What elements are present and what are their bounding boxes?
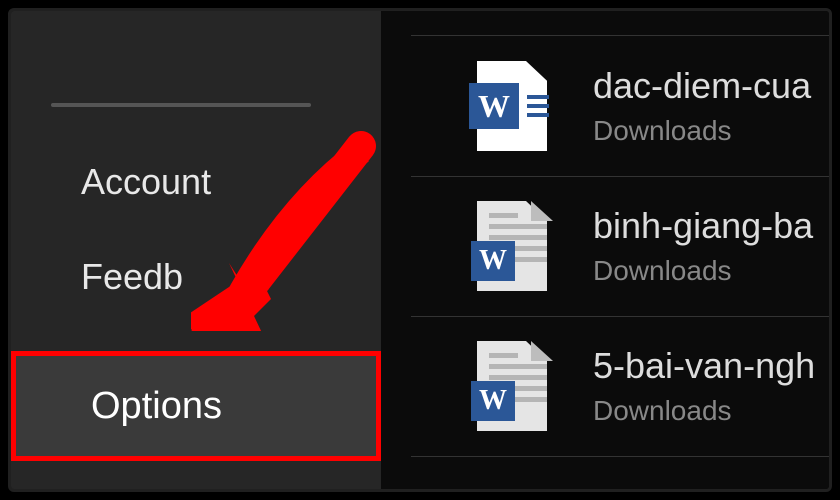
file-name: binh-giang-ba (593, 205, 813, 247)
file-location: Downloads (593, 255, 813, 287)
word-doc-icon: W (471, 201, 553, 291)
file-name: dac-diem-cua (593, 65, 811, 107)
nav-options[interactable]: Options (11, 351, 381, 461)
nav-account[interactable]: Account (81, 161, 211, 203)
nav-options-label: Options (91, 385, 222, 428)
row-separator (411, 456, 829, 457)
file-row[interactable]: W 5-bai-van-ngh Downloads (381, 321, 829, 451)
file-location: Downloads (593, 115, 811, 147)
file-row[interactable]: W binh-giang-ba Downloads (381, 181, 829, 311)
word-badge-icon: W (471, 241, 515, 281)
file-location: Downloads (593, 395, 815, 427)
recent-files-panel: W dac-diem-cua Downloads W binh (381, 11, 829, 489)
nav-feedback[interactable]: Feedb (81, 256, 183, 298)
row-separator (411, 35, 829, 36)
row-separator (411, 176, 829, 177)
word-badge-icon: W (469, 83, 519, 129)
word-badge-icon: W (471, 381, 515, 421)
sidebar: Account Feedb Options (11, 11, 381, 489)
app-frame: Account Feedb Options W dac-diem-cua Dow… (8, 8, 832, 492)
word-doc-icon: W (471, 341, 553, 431)
row-separator (411, 316, 829, 317)
sidebar-separator (51, 103, 311, 107)
file-name: 5-bai-van-ngh (593, 345, 815, 387)
file-row[interactable]: W dac-diem-cua Downloads (381, 41, 829, 171)
word-doc-icon: W (471, 61, 553, 151)
